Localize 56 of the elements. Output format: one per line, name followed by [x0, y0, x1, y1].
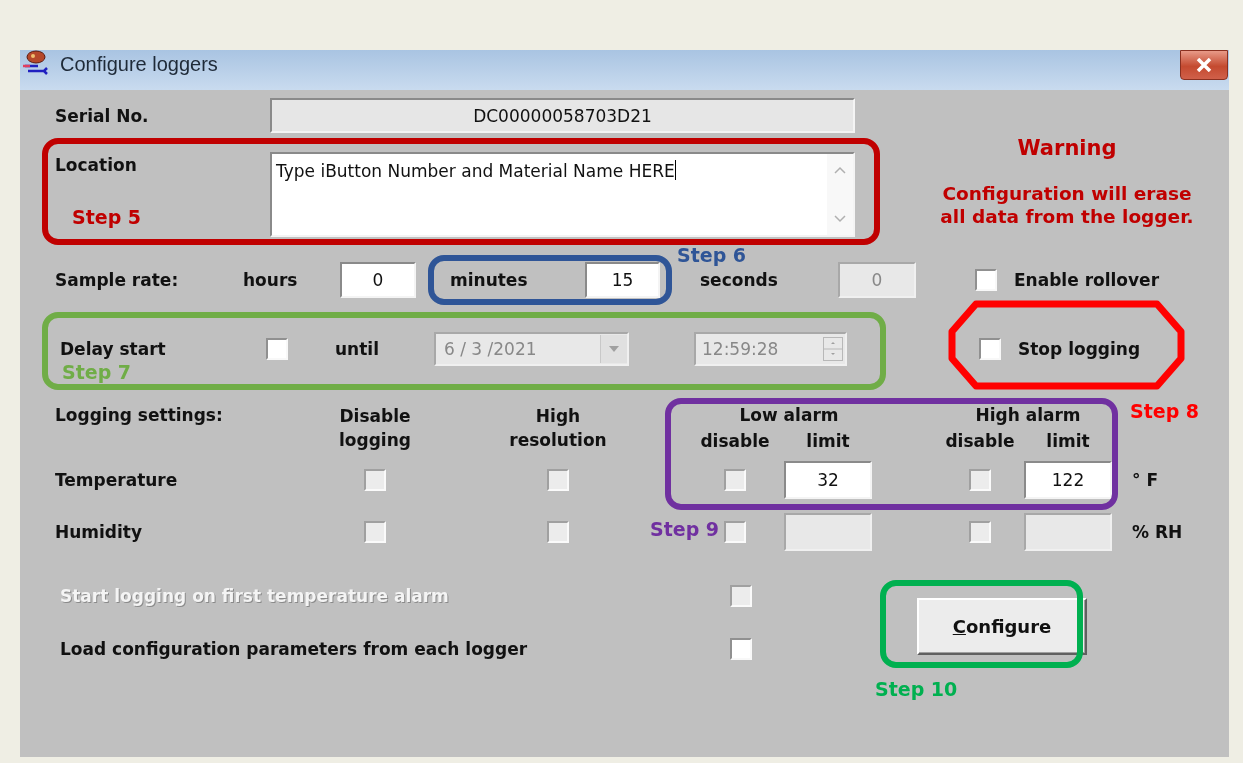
checkbox[interactable] [969, 521, 991, 543]
column-heading: limit [806, 429, 850, 453]
unit-label: seconds [700, 270, 779, 290]
close-icon [1196, 58, 1212, 72]
delay-start-label: Delay start [60, 339, 167, 359]
column-heading: High resolution [508, 405, 608, 452]
warning-message: Configuration will erase all data from the logger. [939, 182, 1195, 228]
step-label: Step 9 [650, 518, 720, 540]
serial-field: DC00000058703D21 [270, 98, 855, 133]
window-title: Configure loggers [60, 52, 218, 76]
option-label: Load configuration parameters from each logger [60, 639, 529, 659]
checkbox[interactable] [547, 521, 569, 543]
row-label: Humidity [55, 522, 143, 542]
step-label: Step 10 [875, 678, 958, 700]
column-heading: limit [1046, 429, 1090, 453]
logger-icon [22, 50, 50, 76]
sample-rate-label: Sample rate: [55, 270, 180, 290]
checkbox[interactable] [969, 469, 991, 491]
column-heading: Disable logging [338, 405, 412, 452]
step-label: Step 6 [677, 244, 747, 266]
checkbox-label: Stop logging [1018, 339, 1141, 359]
checkbox[interactable] [730, 638, 752, 660]
column-heading: disable [700, 429, 770, 453]
checkbox[interactable] [724, 469, 746, 491]
configure-button[interactable]: Configure [917, 598, 1087, 655]
checkbox[interactable] [364, 521, 386, 543]
column-heading: Low alarm [738, 403, 839, 427]
unit-label: minutes [450, 270, 529, 290]
location-field[interactable]: Type iButton Number and Material Name HERE [270, 152, 855, 237]
step-label: Step 8 [1130, 400, 1200, 422]
unit-label: ° F [1131, 470, 1159, 490]
logging-settings-label: Logging settings: [55, 404, 223, 425]
column-heading: High alarm [975, 403, 1081, 427]
column-heading: disable [945, 429, 1015, 453]
checkbox-label: Enable rollover [1014, 270, 1160, 290]
row-label: Temperature [55, 470, 178, 490]
chevron-up-icon[interactable] [834, 166, 846, 174]
limit-field[interactable]: 32 [784, 461, 872, 499]
until-label: until [335, 339, 380, 359]
unit-label: % RH [1131, 522, 1183, 542]
step-label: Step 7 [62, 361, 132, 383]
checkbox[interactable] [547, 469, 569, 491]
warning-title: Warning [1017, 136, 1117, 160]
step-label: Step 5 [72, 206, 142, 228]
close-button[interactable] [1180, 50, 1228, 80]
number-field[interactable]: 15 [585, 262, 660, 298]
checkbox[interactable] [975, 269, 997, 291]
checkbox[interactable] [364, 469, 386, 491]
number-field[interactable]: 0 [340, 262, 416, 298]
checkbox[interactable] [979, 338, 1001, 360]
limit-field[interactable]: 122 [1024, 461, 1112, 499]
serial-label: Serial No. [55, 105, 150, 126]
chevron-down-icon[interactable] [834, 215, 846, 223]
unit-label: hours [243, 270, 299, 290]
location-label: Location [55, 155, 138, 175]
checkbox[interactable] [724, 521, 746, 543]
